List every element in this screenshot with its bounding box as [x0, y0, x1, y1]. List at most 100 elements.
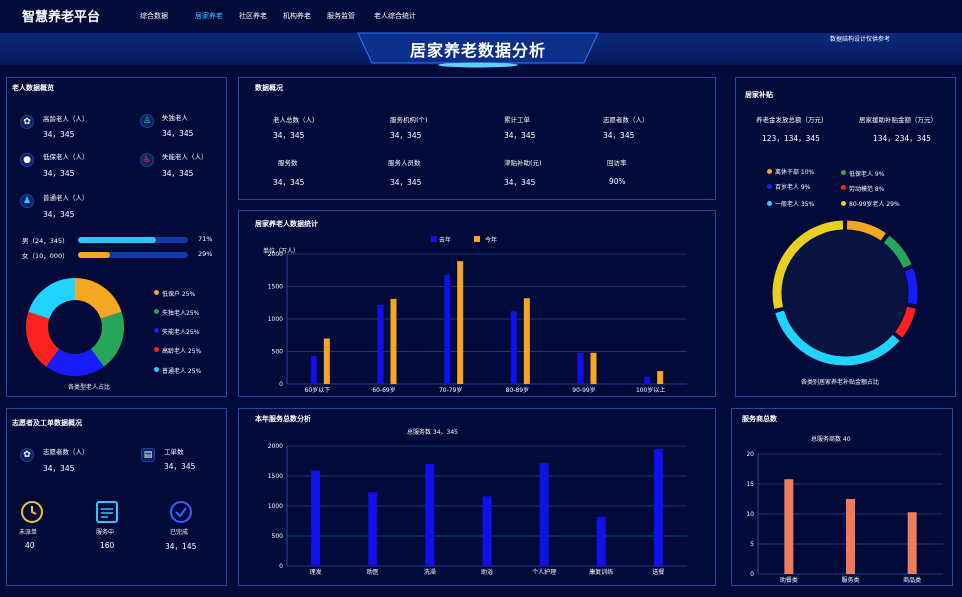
- subsidy-legend-item: 低保老人 9%: [849, 171, 885, 178]
- y-tick-label: 20: [746, 451, 754, 458]
- legend-swatch: [431, 236, 437, 242]
- volunteer-icon: ✿: [20, 448, 34, 462]
- volunteer-value: 34，345: [43, 464, 75, 473]
- status-value: 40: [25, 541, 35, 550]
- bar: [377, 304, 384, 384]
- elder-value: 34，345: [43, 130, 75, 139]
- y-tick-label: 0: [750, 571, 754, 578]
- y-tick-label: 5: [750, 541, 754, 548]
- y-tick-label: 500: [272, 349, 284, 356]
- x-tick-label: 服务类: [841, 576, 859, 584]
- overview-label: 回访率: [607, 159, 627, 167]
- y-tick-label: 2000: [268, 251, 283, 258]
- x-tick-label: 康复训练: [589, 568, 613, 576]
- bar: [510, 311, 517, 384]
- elder-donut-caption: 各类型老人占比: [68, 384, 111, 391]
- home-care-bar-chart: 0 500 1000 1500 2000 60岁以下 60-69岁 70-79岁 80-89岁 9…: [268, 251, 687, 394]
- subsidy-panel-title: 居家补贴: [745, 91, 773, 99]
- standing-person-icon: ♟: [20, 194, 34, 208]
- donut-slice: [74, 278, 122, 320]
- elder-label: 普通老人（人）: [43, 194, 89, 202]
- subsidy-value: 123，134，345: [762, 134, 820, 143]
- elder-legend-item: 失独老人25%: [162, 310, 200, 317]
- legend-swatch: [154, 309, 159, 314]
- x-tick-label: 70-79岁: [439, 386, 462, 394]
- app-logo: 智慧养老平台: [22, 10, 101, 25]
- overview-label: 服务机构(个): [390, 116, 428, 124]
- donut-slice: [28, 278, 76, 320]
- chart-title: 服务商总数: [742, 415, 777, 423]
- overview-value: 34，345: [273, 131, 305, 140]
- gender-female-label: 女（10，000）: [22, 252, 69, 260]
- bar: [457, 261, 464, 384]
- overview-value: 34，345: [504, 178, 536, 187]
- legend-swatch: [767, 169, 772, 174]
- elder-value: 34，345: [162, 169, 194, 178]
- elder-label: 失能老人（人）: [162, 153, 208, 161]
- y-tick-label: 0: [279, 381, 283, 388]
- overview-label: 老人总数（人）: [273, 116, 319, 124]
- nav-elder-stats[interactable]: 老人综合统计: [374, 11, 416, 21]
- nav-supervision[interactable]: 服务监管: [327, 11, 355, 21]
- donut-slice: [26, 311, 60, 367]
- overview-label: 服务人员数: [388, 159, 421, 167]
- walking-person-icon: ♙: [140, 114, 154, 128]
- bar: [444, 274, 451, 384]
- legend-swatch: [154, 347, 159, 352]
- bar: [907, 512, 917, 574]
- legend-swatch: [154, 290, 159, 295]
- nav-home-care[interactable]: 居家养老: [195, 11, 223, 21]
- overview-value: 90%: [609, 177, 626, 186]
- x-tick-label: 60-69岁: [372, 386, 395, 394]
- bar: [539, 462, 549, 566]
- x-tick-label: 洗澡: [424, 568, 436, 576]
- provider-total-summary: 总服务商数 40: [811, 436, 851, 443]
- donut-center: [782, 230, 908, 356]
- legend-swatch: [154, 328, 159, 333]
- subsidy-donut-caption: 各类别居家养老补贴金额占比: [801, 379, 880, 386]
- elder-legend-item: 低保户 25%: [162, 291, 196, 298]
- gender-male-bar: [78, 237, 157, 243]
- donut-slice: [904, 268, 918, 305]
- clock-icon: [21, 501, 43, 523]
- overview-label: 津贴补助(元): [504, 159, 542, 167]
- subsidy-legend-item: 一般老人 35%: [775, 201, 815, 208]
- donut-slice: [90, 311, 124, 367]
- y-tick-label: 1000: [268, 503, 283, 510]
- nav-community[interactable]: 社区养老: [239, 11, 267, 21]
- x-tick-label: 理发: [310, 568, 322, 576]
- subsidy-legend-item: 离休干部 10%: [775, 169, 815, 176]
- overview-value: 34，345: [390, 131, 422, 140]
- overview-label: 累计工单: [504, 116, 530, 124]
- x-tick-label: 商品类: [903, 576, 921, 584]
- page-title: 居家养老数据分析: [409, 41, 546, 60]
- volunteer-panel-title: 志愿者及工单数据概况: [12, 419, 82, 427]
- bar: [596, 516, 606, 566]
- bar: [425, 464, 435, 566]
- legend-swatch: [154, 367, 159, 372]
- status-label: 未派单: [19, 529, 38, 536]
- top-bar: 智慧养老平台 综合数据 居家养老 社区养老 机构养老 服务监管 老人综合统计: [0, 0, 962, 34]
- bar: [390, 298, 397, 384]
- legend-swatch: [841, 201, 846, 206]
- bar: [846, 499, 855, 574]
- nav-comprehensive[interactable]: 综合数据: [140, 11, 168, 21]
- elder-icon: ✿: [20, 115, 34, 129]
- x-tick-label: 个人护理: [532, 568, 556, 576]
- bar: [590, 352, 597, 384]
- overview-value: 34，345: [603, 131, 635, 140]
- y-tick-label: 10: [746, 511, 754, 518]
- check-circle-icon: [170, 501, 192, 523]
- elder-label: 低保老人（人）: [43, 153, 89, 161]
- x-tick-label: 送餐: [652, 568, 664, 576]
- x-tick-label: 60岁以下: [305, 386, 331, 394]
- nav-institution[interactable]: 机构养老: [283, 11, 311, 21]
- status-label: 服务中: [96, 529, 115, 536]
- legend-swatch: [767, 201, 772, 206]
- subsidy-label: 居家援助补贴金额（万元）: [859, 116, 937, 124]
- bar: [577, 352, 584, 384]
- overview-label: 服务数: [278, 159, 298, 167]
- subsidy-label: 养老金发放总额（万元）: [756, 116, 828, 124]
- bar: [653, 449, 663, 566]
- volunteer-panel: [6, 408, 227, 586]
